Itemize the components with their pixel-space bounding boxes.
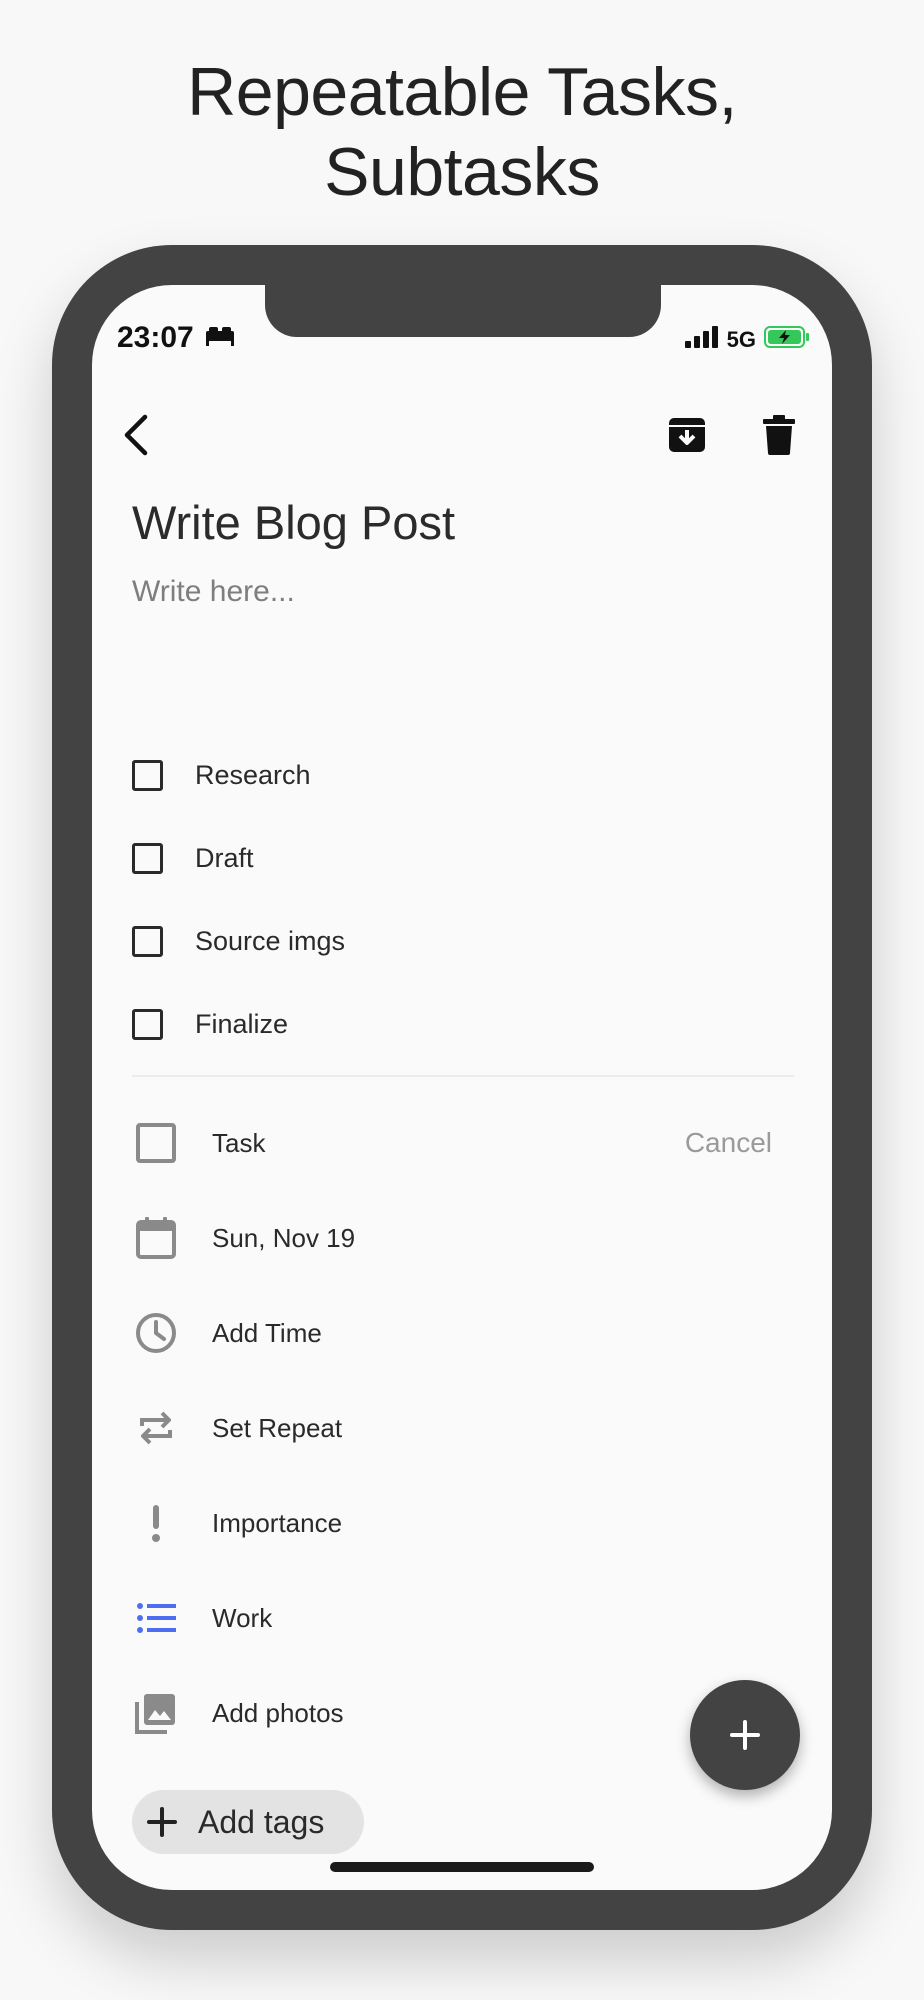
task-type-row[interactable]: Task Cancel [132,1113,792,1173]
date-label: Sun, Nov 19 [212,1222,356,1253]
cancel-button[interactable]: Cancel [685,1127,772,1159]
subtask-label: Source imgs [195,925,346,956]
time-label: Add Time [212,1317,322,1348]
archive-icon [669,418,705,452]
calendar-icon [132,1214,180,1262]
subtask-label: Draft [195,842,254,873]
status-time: 23:07 [117,321,236,355]
battery-icon [764,325,810,355]
subtask-checkbox[interactable] [132,842,163,874]
add-button[interactable] [690,1680,800,1790]
photos-label: Add photos [212,1697,344,1728]
subtask-label: Finalize [195,1008,289,1039]
divider [132,1075,794,1077]
importance-label: Importance [212,1507,343,1538]
back-button[interactable] [112,410,162,460]
trash-icon [763,415,795,455]
list-icon [132,1594,180,1642]
notes-input[interactable]: Write here... [132,575,295,609]
home-indicator [330,1862,594,1872]
status-indicators: 5G [684,325,810,355]
date-row[interactable]: Sun, Nov 19 [132,1208,792,1268]
headline-line-1: Repeatable Tasks, [187,54,737,130]
list-label: Work [212,1602,273,1633]
subtask-checkbox[interactable] [132,1008,163,1040]
plus-icon [147,1807,177,1837]
add-tags-button[interactable]: Add tags [132,1790,364,1854]
subtask-checkbox[interactable] [132,759,163,791]
signal-icon [684,326,719,354]
chevron-left-icon [124,414,148,456]
headline: Repeatable Tasks, Subtasks [0,52,924,212]
archive-button[interactable] [662,410,712,460]
exclamation-icon [132,1499,180,1547]
time-row[interactable]: Add Time [132,1303,792,1363]
subtask-item[interactable]: Source imgs [132,921,772,961]
clock-icon [132,1309,180,1357]
photo-library-icon [132,1689,180,1737]
headline-line-2: Subtasks [324,134,600,210]
repeat-icon [132,1404,180,1452]
repeat-row[interactable]: Set Repeat [132,1398,792,1458]
phone-frame: 23:07 5G Write Blog Post Write here... R… [52,245,872,1930]
bed-icon [204,321,236,355]
checkbox-icon [132,1119,180,1167]
delete-button[interactable] [754,410,804,460]
clock: 23:07 [117,321,194,354]
subtask-checkbox[interactable] [132,925,163,957]
subtask-item[interactable]: Finalize [132,1004,772,1044]
plus-icon [730,1720,760,1750]
add-tags-label: Add tags [198,1803,325,1840]
network-label: 5G [726,327,756,352]
list-row[interactable]: Work [132,1588,792,1648]
subtask-item[interactable]: Draft [132,838,772,878]
app-screen: 23:07 5G Write Blog Post Write here... R… [92,285,832,1890]
subtask-item[interactable]: Research [132,755,772,795]
notch [265,285,661,337]
task-title[interactable]: Write Blog Post [132,495,455,550]
task-type-label: Task [212,1127,266,1158]
importance-row[interactable]: Importance [132,1493,792,1553]
repeat-label: Set Repeat [212,1412,343,1443]
subtask-label: Research [195,759,311,790]
